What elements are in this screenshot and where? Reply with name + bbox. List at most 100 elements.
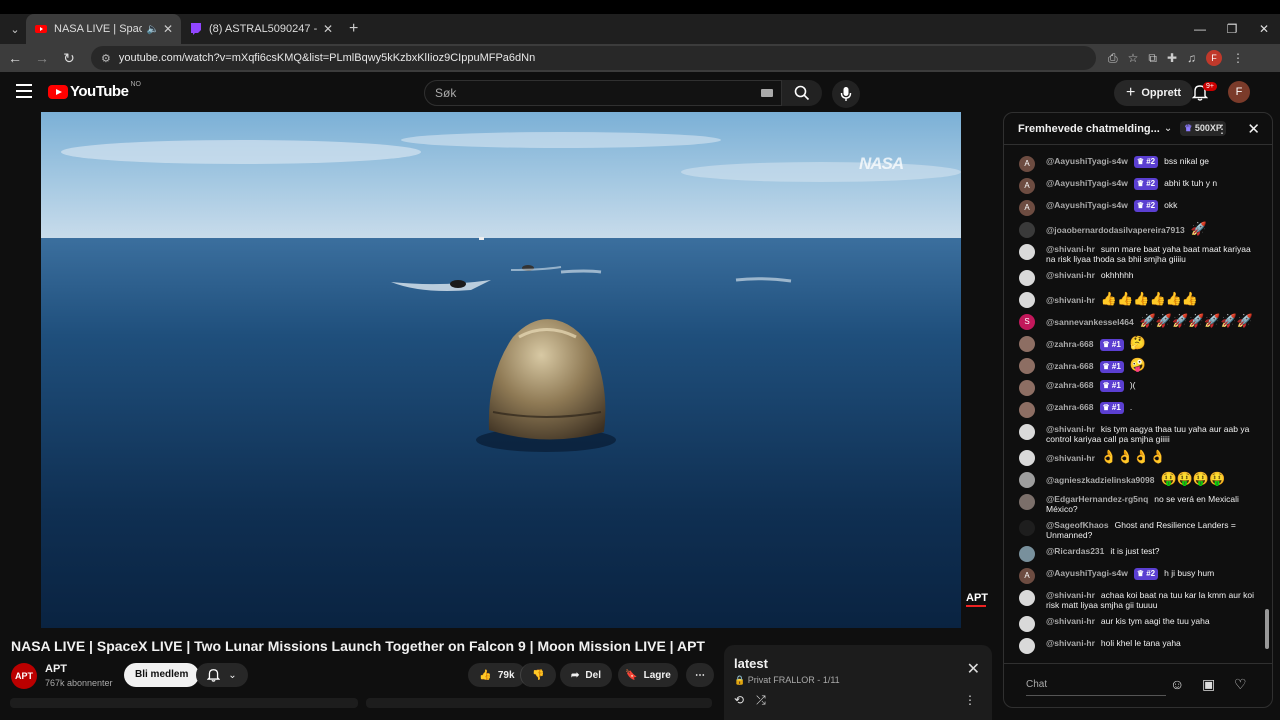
- chat-message[interactable]: A @AayushiTyagi-s4w ♛ #2 h ji busy hum: [1004, 565, 1262, 587]
- tab-search-button[interactable]: ⌄: [4, 18, 26, 40]
- chat-message[interactable]: @zahra-668 ♛ #1 🤪: [1004, 355, 1262, 377]
- playlist-close-icon[interactable]: ✕: [967, 659, 980, 679]
- chat-author-avatar[interactable]: [1019, 494, 1035, 510]
- chat-message[interactable]: @Ricardas231 it is just test?: [1004, 543, 1262, 565]
- tab-close-icon[interactable]: ✕: [323, 22, 333, 36]
- chat-author-name[interactable]: @AayushiTyagi-s4w: [1046, 568, 1128, 578]
- chat-author-avatar[interactable]: [1019, 402, 1035, 418]
- url-field[interactable]: ⚙ youtube.com/watch?v=mXqfi6csKMQ&list=P…: [91, 46, 1096, 70]
- super-chat-icon[interactable]: ▣: [1202, 676, 1215, 693]
- chat-author-avatar[interactable]: [1019, 380, 1035, 396]
- chat-message[interactable]: @zahra-668 ♛ #1 🤔: [1004, 333, 1262, 355]
- playlist-title[interactable]: latest: [734, 656, 768, 671]
- chat-author-name[interactable]: @zahra-668: [1046, 380, 1094, 390]
- chat-author-name[interactable]: @AayushiTyagi-s4w: [1046, 200, 1128, 210]
- chat-author-avatar[interactable]: [1019, 292, 1035, 308]
- menu-hamburger-icon[interactable]: [16, 84, 32, 98]
- tab-youtube[interactable]: NASA LIVE | SpaceX LIVE | T 🔈 ✕: [26, 14, 181, 44]
- chat-author-name[interactable]: @zahra-668: [1046, 339, 1094, 349]
- browser-profile-avatar[interactable]: F: [1206, 50, 1223, 66]
- chat-author-name[interactable]: @shivani-hr: [1046, 244, 1095, 254]
- chat-author-avatar[interactable]: [1019, 520, 1035, 536]
- chat-author-name[interactable]: @AayushiTyagi-s4w: [1046, 156, 1128, 166]
- bookmark-star-icon[interactable]: ☆: [1128, 51, 1139, 65]
- chat-author-avatar[interactable]: [1019, 336, 1035, 352]
- chat-author-avatar[interactable]: A: [1019, 156, 1035, 172]
- chat-author-avatar[interactable]: [1019, 450, 1035, 466]
- chat-author-name[interactable]: @shivani-hr: [1046, 295, 1095, 305]
- chat-message[interactable]: @SageofKhaos Ghost and Resilience Landers…: [1004, 517, 1262, 543]
- chat-author-name[interactable]: @sannevankessel464: [1046, 317, 1134, 327]
- chat-author-avatar[interactable]: A: [1019, 178, 1035, 194]
- forward-arrow-icon[interactable]: →: [30, 50, 54, 66]
- video-player[interactable]: NASA: [41, 112, 961, 628]
- extension-icon[interactable]: ⧉: [1148, 51, 1157, 66]
- chat-message[interactable]: @shivani-hr aur kis tym aagi the tuu yaha: [1004, 613, 1262, 635]
- chat-author-avatar[interactable]: [1019, 616, 1035, 632]
- extensions-puzzle-icon[interactable]: ✚: [1167, 51, 1177, 65]
- more-actions-button[interactable]: ⋯: [686, 663, 714, 687]
- chevron-down-icon[interactable]: ⌄: [1164, 123, 1172, 134]
- chat-author-name[interactable]: @shivani-hr: [1046, 424, 1095, 434]
- install-app-icon[interactable]: ⎙: [1108, 51, 1118, 66]
- chat-author-avatar[interactable]: [1019, 244, 1035, 260]
- chat-author-name[interactable]: @EdgarHernandez-rg5nq: [1046, 494, 1148, 504]
- chat-author-avatar[interactable]: A: [1019, 568, 1035, 584]
- chat-author-avatar[interactable]: [1019, 424, 1035, 440]
- chat-author-name[interactable]: @zahra-668: [1046, 402, 1094, 412]
- chat-message[interactable]: @zahra-668 ♛ #1.: [1004, 399, 1262, 421]
- channel-name[interactable]: APT: [45, 663, 67, 675]
- chat-message[interactable]: @shivani-hr holi khel le tana yaha: [1004, 635, 1262, 657]
- search-input[interactable]: Søk: [424, 80, 782, 106]
- chat-message[interactable]: A @AayushiTyagi-s4w ♛ #2 bss nikal ge: [1004, 153, 1262, 175]
- account-avatar[interactable]: F: [1228, 81, 1250, 103]
- save-button[interactable]: 🔖 Lagre: [618, 663, 678, 687]
- chat-author-avatar[interactable]: S: [1019, 314, 1035, 330]
- back-arrow-icon[interactable]: ←: [3, 50, 27, 66]
- dislike-button[interactable]: 👎: [520, 663, 556, 687]
- browser-menu-icon[interactable]: ⋮: [1232, 51, 1244, 65]
- chat-author-name[interactable]: @shivani-hr: [1046, 616, 1095, 626]
- search-button[interactable]: [782, 80, 822, 106]
- chat-author-avatar[interactable]: [1019, 358, 1035, 374]
- chat-author-name[interactable]: @shivani-hr: [1046, 270, 1095, 280]
- heart-icon[interactable]: ♡: [1234, 676, 1247, 693]
- chat-author-avatar[interactable]: [1019, 638, 1035, 654]
- chat-author-name[interactable]: @Ricardas231: [1046, 546, 1104, 556]
- chat-message[interactable]: @joaobernardodasilvapereira7913 🚀: [1004, 219, 1262, 241]
- chat-author-name[interactable]: @joaobernardodasilvapereira7913: [1046, 225, 1185, 235]
- tab-twitch[interactable]: (8) ASTRAL5090247 - Twitch ✕: [181, 14, 341, 44]
- chat-author-name[interactable]: @shivani-hr: [1046, 590, 1095, 600]
- chat-author-name[interactable]: @AayushiTyagi-s4w: [1046, 178, 1128, 188]
- playlist-more-icon[interactable]: ⋮: [964, 693, 976, 707]
- chat-author-name[interactable]: @shivani-hr: [1046, 638, 1095, 648]
- chat-author-avatar[interactable]: [1019, 590, 1035, 606]
- chat-author-avatar[interactable]: [1019, 270, 1035, 286]
- loop-icon[interactable]: ⟲: [734, 693, 744, 708]
- tab-close-icon[interactable]: ✕: [163, 22, 173, 36]
- chat-author-avatar[interactable]: [1019, 222, 1035, 238]
- shuffle-icon[interactable]: ⤮: [756, 693, 766, 708]
- chat-author-name[interactable]: @shivani-hr: [1046, 453, 1095, 463]
- chat-message[interactable]: @shivani-hr sunn mare baat yaha baat maat…: [1004, 241, 1262, 267]
- chat-author-name[interactable]: @zahra-668: [1046, 361, 1094, 371]
- join-button[interactable]: Bli medlem: [124, 663, 200, 687]
- subscription-bell-button[interactable]: ⌄: [196, 663, 248, 687]
- chat-message[interactable]: @shivani-hr achaa koi baat na tuu kar la …: [1004, 587, 1262, 613]
- chat-close-icon[interactable]: ✕: [1247, 120, 1260, 138]
- audio-playing-icon[interactable]: 🔈: [146, 24, 158, 35]
- description-box[interactable]: [10, 698, 358, 708]
- share-button[interactable]: ➦ Del: [560, 663, 612, 687]
- voice-search-button[interactable]: [832, 80, 860, 108]
- chat-author-name[interactable]: @agnieszkadzielinska9098: [1046, 475, 1154, 485]
- emoji-icon[interactable]: ☺: [1170, 676, 1184, 692]
- chat-message[interactable]: A @AayushiTyagi-s4w ♛ #2 okk: [1004, 197, 1262, 219]
- chat-message[interactable]: A @AayushiTyagi-s4w ♛ #2 abhi tk tuh y n: [1004, 175, 1262, 197]
- restore-icon[interactable]: ❐: [1216, 14, 1248, 44]
- chat-message[interactable]: @shivani-hr 👍👍👍👍👍👍: [1004, 289, 1262, 311]
- reload-icon[interactable]: ↻: [57, 50, 81, 67]
- chat-author-avatar[interactable]: A: [1019, 200, 1035, 216]
- description-box-right[interactable]: [366, 698, 712, 708]
- chat-message[interactable]: @shivani-hr kis tym aagya thaa tuu yaha a…: [1004, 421, 1262, 447]
- chat-menu-icon[interactable]: ⋮: [1216, 122, 1228, 136]
